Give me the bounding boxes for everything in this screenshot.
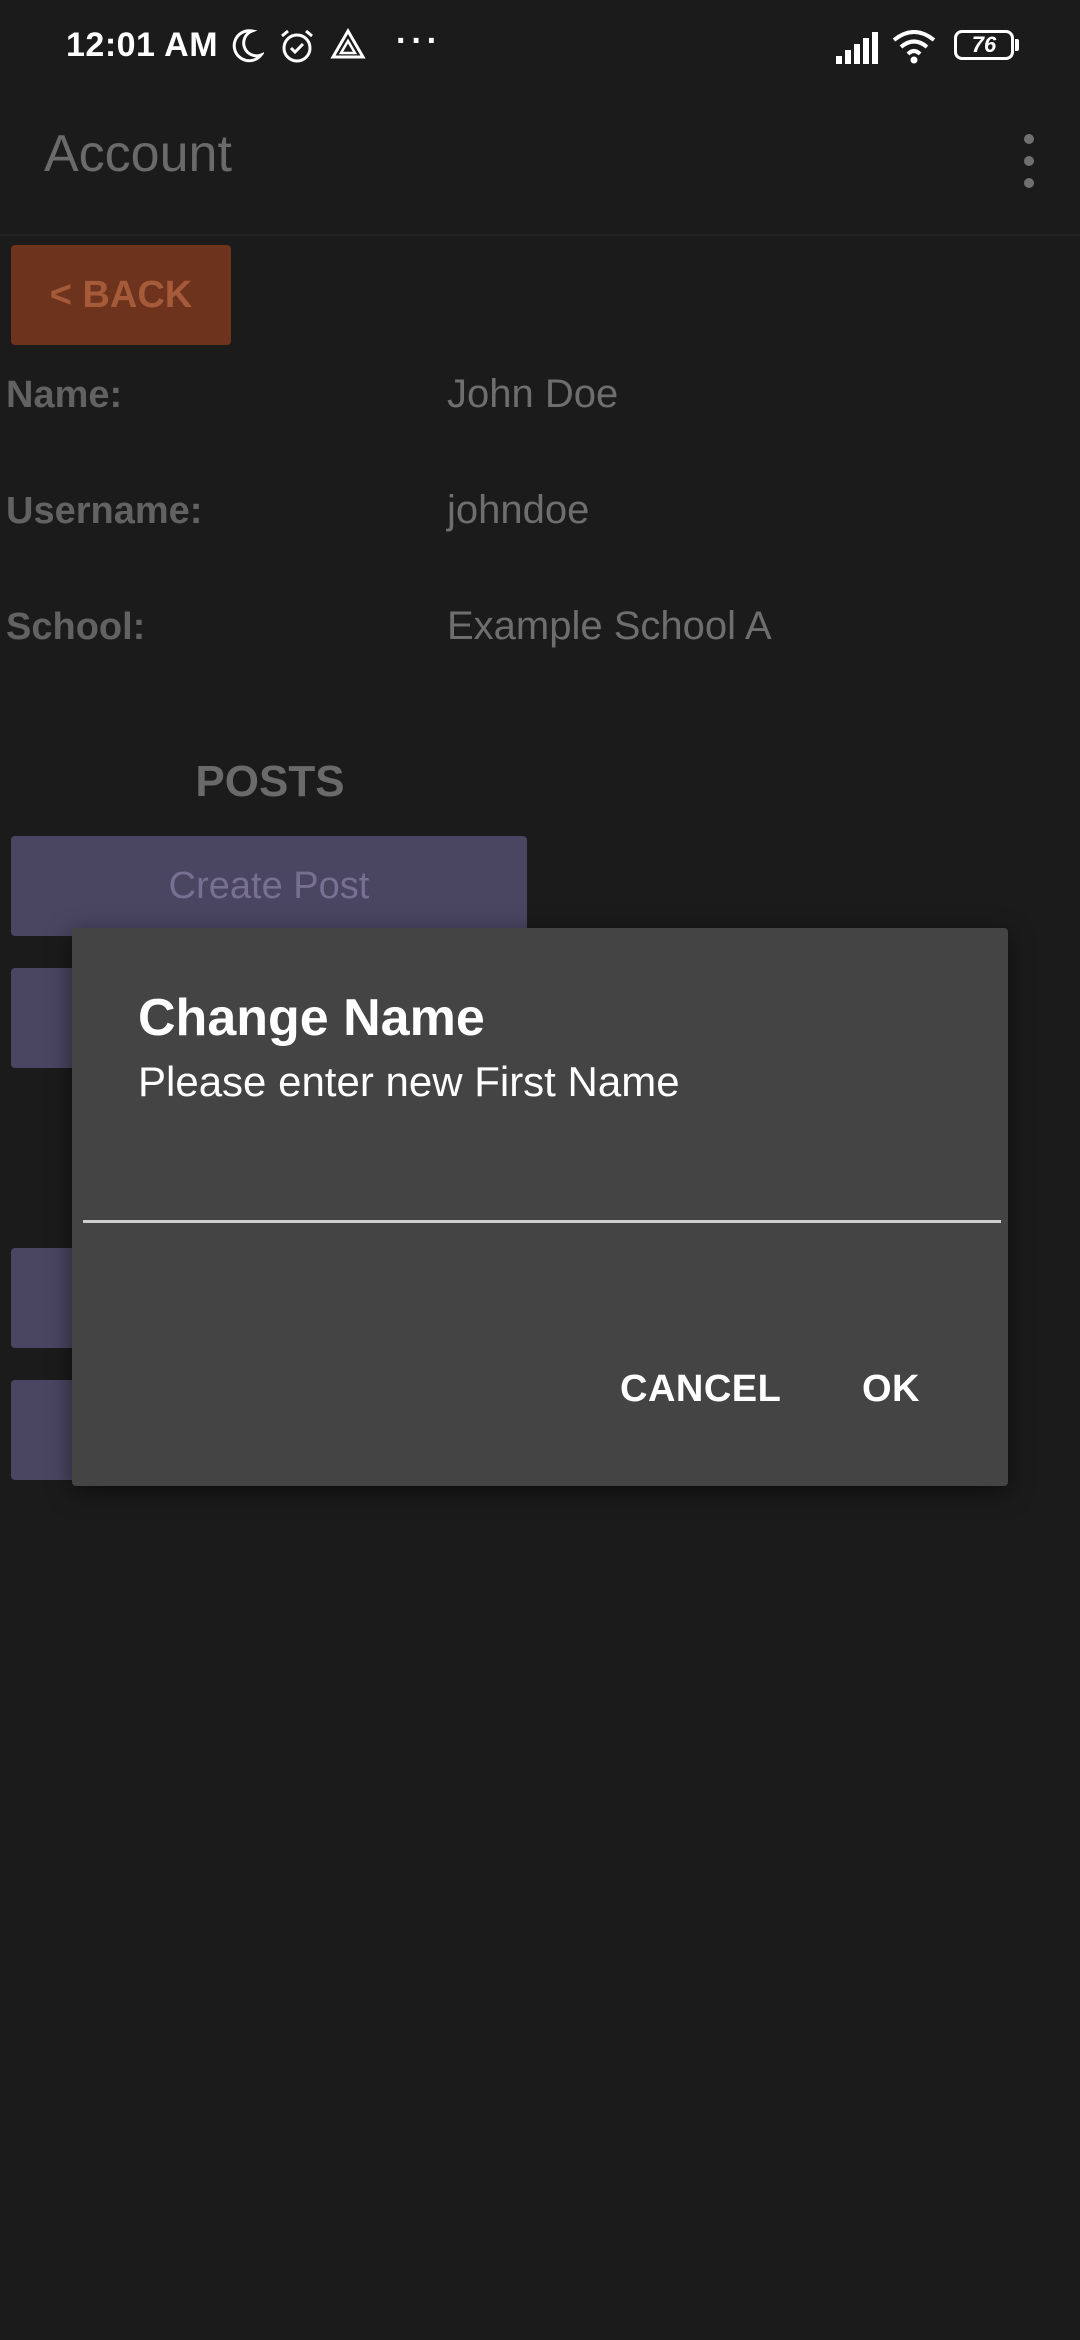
more-dots-icon: ··· xyxy=(396,22,442,60)
battery-level: 76 xyxy=(971,32,997,57)
dialog-title: Change Name xyxy=(138,989,485,1047)
ok-button[interactable]: OK xyxy=(862,1368,920,1411)
battery-tip-icon xyxy=(1015,39,1019,51)
change-name-dialog: Change Name Please enter new First Name … xyxy=(72,928,1008,1486)
status-time: 12:01 AM xyxy=(66,26,219,64)
moon-icon xyxy=(232,29,264,63)
name-value[interactable]: John Doe xyxy=(447,372,618,417)
name-label: Name: xyxy=(6,374,123,416)
battery-icon: 76 xyxy=(954,30,1014,60)
username-value[interactable]: johndoe xyxy=(447,488,589,533)
app-bar: Account xyxy=(0,96,1080,236)
drive-icon xyxy=(330,28,366,59)
posts-heading: POSTS xyxy=(195,757,345,806)
wifi-icon xyxy=(892,30,936,64)
create-post-button[interactable]: Create Post xyxy=(11,836,527,936)
signal-icon xyxy=(836,32,878,64)
username-label: Username: xyxy=(6,490,203,532)
school-label: School: xyxy=(6,606,146,648)
page-title: Account xyxy=(44,125,232,183)
cancel-button[interactable]: CANCEL xyxy=(620,1368,781,1411)
first-name-input[interactable] xyxy=(83,1158,1001,1223)
dialog-message: Please enter new First Name xyxy=(138,1058,680,1105)
status-bar: 12:01 AM ··· 76 xyxy=(0,0,1080,96)
alarm-icon xyxy=(281,29,313,63)
overflow-menu-icon[interactable] xyxy=(1000,124,1060,204)
back-button[interactable]: < BACK xyxy=(11,245,231,345)
school-value[interactable]: Example School A xyxy=(447,604,772,649)
